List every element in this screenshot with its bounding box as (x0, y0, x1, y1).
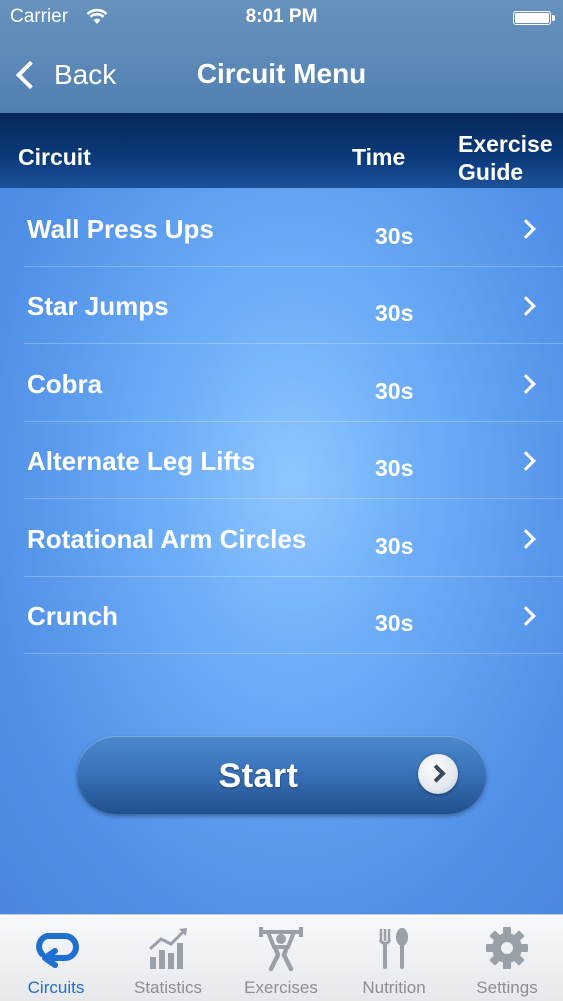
tab-circuits[interactable]: Circuits (0, 915, 112, 1001)
list-item[interactable]: Rotational Arm Circles 30s (0, 500, 563, 577)
column-time: Time (352, 144, 406, 170)
exercise-name: Wall Press Ups (27, 214, 214, 244)
start-label: Start (218, 757, 299, 795)
start-button[interactable]: Start (77, 736, 486, 814)
exercise-time: 30s (375, 378, 414, 404)
exercises-icon (259, 927, 303, 972)
list-item[interactable]: Cobra 30s (0, 345, 563, 422)
tab-exercises[interactable]: Exercises (225, 915, 337, 1001)
top-bar: Carrier 8:01 PM Back Circuit Menu (0, 0, 563, 113)
exercise-time: 30s (375, 300, 414, 326)
status-time: 8:01 PM (245, 6, 318, 27)
tab-bar: Circuits Statistics Exercises Nutrition … (0, 914, 563, 1001)
exercise-time: 30s (375, 533, 414, 559)
tab-statistics[interactable]: Statistics (112, 915, 224, 1001)
list-item[interactable]: Wall Press Ups 30s (0, 190, 563, 267)
statistics-icon (148, 928, 187, 969)
list-item[interactable]: Crunch 30s (0, 577, 563, 654)
tab-label: Settings (476, 978, 538, 997)
arrow-right-circle-icon (418, 754, 458, 794)
exercise-name: Alternate Leg Lifts (27, 446, 256, 476)
chevron-right-icon[interactable] (516, 296, 536, 316)
exercise-time: 30s (375, 455, 414, 481)
settings-icon (486, 927, 528, 969)
tab-label: Nutrition (362, 978, 426, 997)
tab-settings[interactable]: Settings (451, 915, 563, 1001)
list-item[interactable]: Star Jumps 30s (0, 267, 563, 344)
exercise-name: Cobra (27, 369, 103, 399)
status-bar: Carrier 8:01 PM (0, 6, 563, 30)
tab-label: Statistics (133, 978, 203, 997)
column-circuit: Circuit (18, 144, 91, 170)
chevron-right-icon[interactable] (516, 606, 536, 626)
chevron-right-icon[interactable] (516, 451, 536, 471)
chevron-right-icon[interactable] (516, 219, 536, 239)
tab-nutrition[interactable]: Nutrition (338, 915, 450, 1001)
circuits-icon (36, 933, 79, 968)
nutrition-icon (378, 928, 408, 969)
exercise-name: Star Jumps (27, 291, 169, 321)
exercise-time: 30s (375, 223, 414, 249)
column-header: Circuit Time Exercise Guide (0, 113, 563, 188)
tab-label: Exercises (244, 978, 318, 997)
exercise-name: Crunch (27, 601, 118, 631)
column-exercise-guide: Exercise Guide (458, 131, 553, 185)
page-title: Circuit Menu (196, 58, 367, 89)
chevron-right-icon[interactable] (516, 529, 536, 549)
exercise-name: Rotational Arm Circles (27, 524, 307, 554)
list-item[interactable]: Alternate Leg Lifts 30s (0, 422, 563, 499)
exercise-time: 30s (375, 610, 414, 636)
battery-icon (513, 11, 555, 25)
tab-label: Circuits (27, 978, 85, 997)
chevron-right-icon[interactable] (516, 374, 536, 394)
